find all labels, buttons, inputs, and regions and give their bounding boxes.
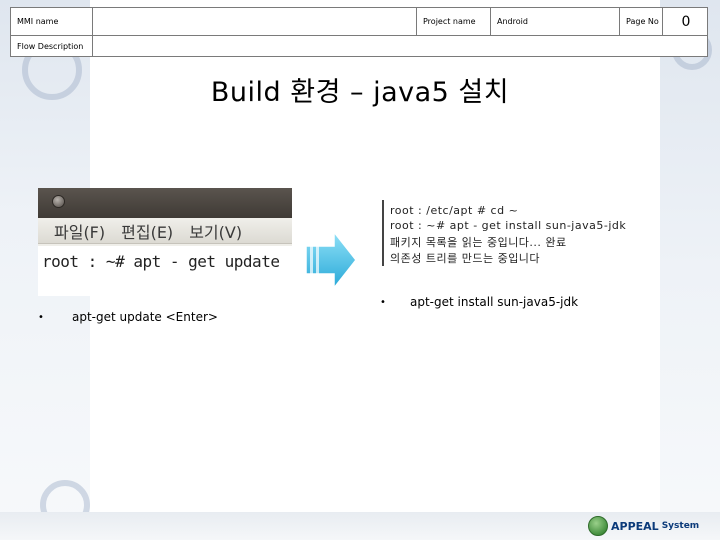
logo-subtext: System xyxy=(661,521,700,531)
bullet-text-install: apt-get install sun-java5-jdk xyxy=(410,295,579,309)
flow-description-value xyxy=(93,36,709,57)
project-name-value: Android xyxy=(491,8,620,35)
terminal-output-line: root : /etc/apt # cd ~ xyxy=(390,204,519,217)
bullet-marker: • xyxy=(380,296,386,308)
page-no-value: 0 xyxy=(681,13,691,30)
mmi-name-value xyxy=(93,8,417,35)
terminal-screenshot-update: 파일(F) 편집(E) 보기(V) root : ~# apt - get up… xyxy=(38,188,292,296)
bullet-marker: • xyxy=(38,311,44,323)
terminal-titlebar xyxy=(38,188,292,218)
menu-edit: 편집(E) xyxy=(121,222,174,242)
page-no-label: Page No xyxy=(620,8,663,35)
menu-view: 보기(V) xyxy=(189,222,243,242)
logo-mark-icon xyxy=(588,516,608,536)
page-title: Build 환경 – java5 설치 xyxy=(210,77,510,108)
bullet-item-update: • apt-get update <Enter> xyxy=(38,310,218,324)
bullet-item-install: • apt-get install sun-java5-jdk xyxy=(380,295,578,309)
right-arrow-icon xyxy=(305,230,357,290)
terminal-output-line: 패키지 목록을 읽는 중입니다... 완료 xyxy=(390,236,567,249)
logo-text: APPEAL xyxy=(611,519,659,533)
terminal-body xyxy=(38,276,292,296)
company-logo: APPEAL System xyxy=(588,515,699,537)
terminal-menu-bar: 파일(F) 편집(E) 보기(V) xyxy=(38,218,292,244)
terminal-output-line: 의존성 트리를 만드는 중입니다 xyxy=(390,252,541,265)
terminal-output-line: root : ~# apt - get install sun-java5-jd… xyxy=(390,219,627,232)
bullet-text-update: apt-get update <Enter> xyxy=(72,310,218,324)
header-table: MMI name Project name Android Page No 0 … xyxy=(10,7,708,57)
window-close-icon xyxy=(52,195,65,208)
header-row-1: MMI name Project name Android Page No 0 xyxy=(11,8,707,36)
menu-file: 파일(F) xyxy=(54,222,106,242)
mmi-name-label: MMI name xyxy=(11,8,93,35)
header-row-2: Flow Description xyxy=(11,36,707,57)
project-name-label: Project name xyxy=(417,8,491,35)
flow-description-label: Flow Description xyxy=(11,36,93,57)
terminal-screenshot-install: root : /etc/apt # cd ~ root : ~# apt - g… xyxy=(382,200,642,266)
terminal-command-line: root : ~# apt - get update xyxy=(38,246,292,276)
